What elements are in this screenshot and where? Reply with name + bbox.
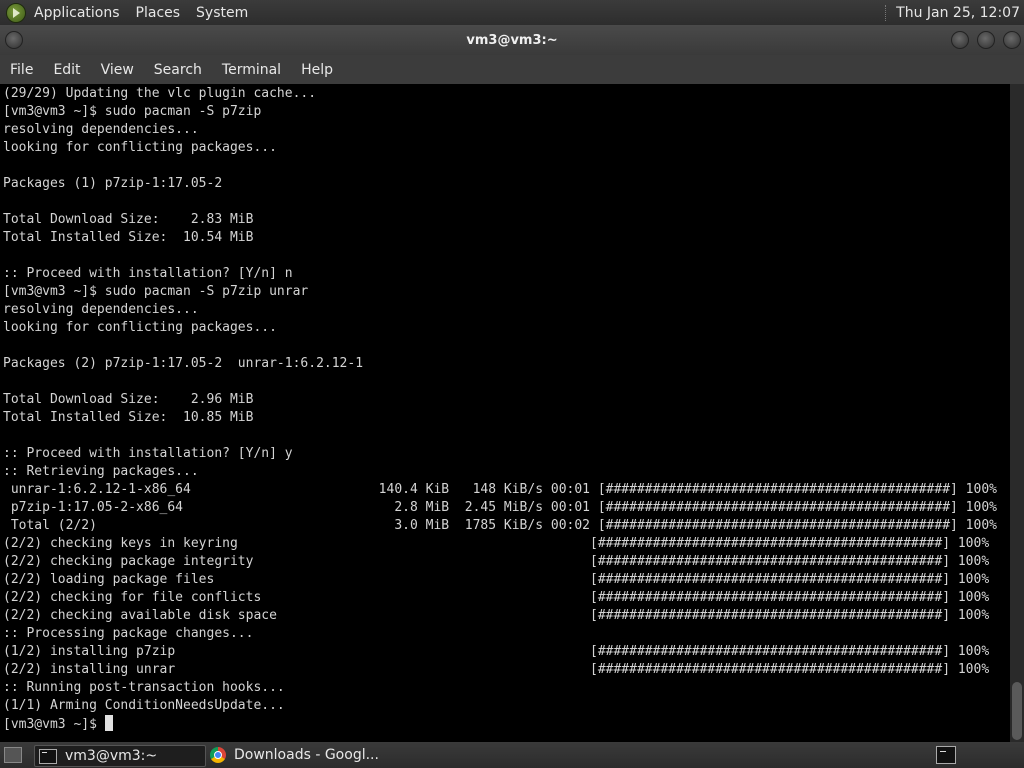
terminal-line: (2/2) installing unrar [################…: [3, 662, 990, 677]
terminal-line: Total Installed Size: 10.85 MiB: [3, 410, 254, 425]
terminal-line: (1/1) Arming ConditionNeedsUpdate...: [3, 698, 285, 713]
shell-prompt: [vm3@vm3 ~]$: [3, 717, 105, 732]
terminal-line: resolving dependencies...: [3, 302, 199, 317]
terminal-lines: (29/29) Updating the vlc plugin cache...…: [3, 86, 997, 713]
taskbar-item-chrome[interactable]: Downloads - Googl...: [206, 745, 380, 765]
terminal-line: :: Proceed with installation? [Y/n] y: [3, 446, 293, 461]
clock[interactable]: Thu Jan 25, 12:07: [896, 5, 1020, 21]
taskbar-item-terminal[interactable]: vm3@vm3:~: [34, 745, 206, 767]
menu-applications[interactable]: Applications: [34, 5, 120, 21]
window-titlebar[interactable]: vm3@vm3:~: [0, 25, 1024, 55]
minimize-button[interactable]: [951, 31, 969, 49]
menu-edit[interactable]: Edit: [53, 62, 80, 78]
terminal-line: :: Processing package changes...: [3, 626, 254, 641]
distro-logo-icon[interactable]: [6, 2, 26, 23]
terminal-line: (2/2) checking package integrity [######…: [3, 554, 990, 569]
terminal-line: (2/2) checking keys in keyring [########…: [3, 536, 990, 551]
panel-separator: [885, 4, 888, 21]
terminal-line: p7zip-1:17.05-2-x86_64 2.8 MiB 2.45 MiB/…: [10, 500, 997, 515]
menu-help[interactable]: Help: [301, 62, 333, 78]
terminal-line: looking for conflicting packages...: [3, 320, 277, 335]
terminal-line: (2/2) loading package files [###########…: [3, 572, 990, 587]
menu-view[interactable]: View: [101, 62, 134, 78]
terminal-text: (29/29) Updating the vlc plugin cache...…: [0, 84, 1010, 734]
close-button[interactable]: [1003, 31, 1021, 49]
bottom-panel: vm3@vm3:~ Downloads - Googl...: [0, 742, 1024, 768]
terminal-line: (2/2) checking for file conflicts [#####…: [3, 590, 990, 605]
terminal-icon: [39, 748, 57, 764]
terminal-output-area[interactable]: (29/29) Updating the vlc plugin cache...…: [0, 84, 1010, 742]
menu-system[interactable]: System: [196, 5, 248, 21]
terminal-line: :: Running post-transaction hooks...: [3, 680, 285, 695]
terminal-line: Total Download Size: 2.96 MiB: [3, 392, 254, 407]
terminal-line: Total Download Size: 2.83 MiB: [3, 212, 254, 227]
top-panel: Applications Places System Thu Jan 25, 1…: [0, 0, 1024, 25]
menu-terminal[interactable]: Terminal: [222, 62, 281, 78]
terminal-line: looking for conflicting packages...: [3, 140, 277, 155]
terminal-line: (1/2) installing p7zip [################…: [3, 644, 990, 659]
terminal-scrollbar[interactable]: [1010, 84, 1024, 742]
menu-file[interactable]: File: [10, 62, 33, 78]
terminal-line: resolving dependencies...: [3, 122, 199, 137]
show-desktop-icon[interactable]: [4, 747, 22, 763]
scrollbar-thumb[interactable]: [1012, 682, 1022, 740]
terminal-line: Total (2/2) 3.0 MiB 1785 KiB/s 00:02 [##…: [10, 518, 997, 533]
terminal-line: [vm3@vm3 ~]$ sudo pacman -S p7zip: [3, 104, 262, 119]
taskbar-item-label: vm3@vm3:~: [65, 748, 158, 764]
menu-places[interactable]: Places: [136, 5, 181, 21]
window-menu-button[interactable]: [5, 31, 23, 49]
terminal-line: Total Installed Size: 10.54 MiB: [3, 230, 254, 245]
terminal-line: Packages (1) p7zip-1:17.05-2: [3, 176, 223, 191]
terminal-line: :: Retrieving packages...: [3, 464, 199, 479]
terminal-line: (2/2) checking available disk space [###…: [3, 608, 990, 623]
terminal-line: Packages (2) p7zip-1:17.05-2 unrar-1:6.2…: [3, 356, 364, 371]
terminal-line: unrar-1:6.2.12-1-x86_64 140.4 KiB 148 Ki…: [10, 482, 997, 497]
maximize-button[interactable]: [977, 31, 995, 49]
taskbar-item-label: Downloads - Googl...: [234, 747, 379, 763]
text-cursor: [104, 715, 113, 731]
menu-search[interactable]: Search: [154, 62, 202, 78]
chrome-icon: [210, 747, 226, 763]
terminal-line: (29/29) Updating the vlc plugin cache...: [3, 86, 317, 101]
window-title: vm3@vm3:~: [466, 32, 558, 48]
terminal-line: [vm3@vm3 ~]$ sudo pacman -S p7zip unrar: [3, 284, 309, 299]
terminal-menubar: File Edit View Search Terminal Help: [0, 55, 1024, 84]
tray-terminal-icon[interactable]: [936, 746, 956, 764]
terminal-line: :: Proceed with installation? [Y/n] n: [3, 266, 293, 281]
